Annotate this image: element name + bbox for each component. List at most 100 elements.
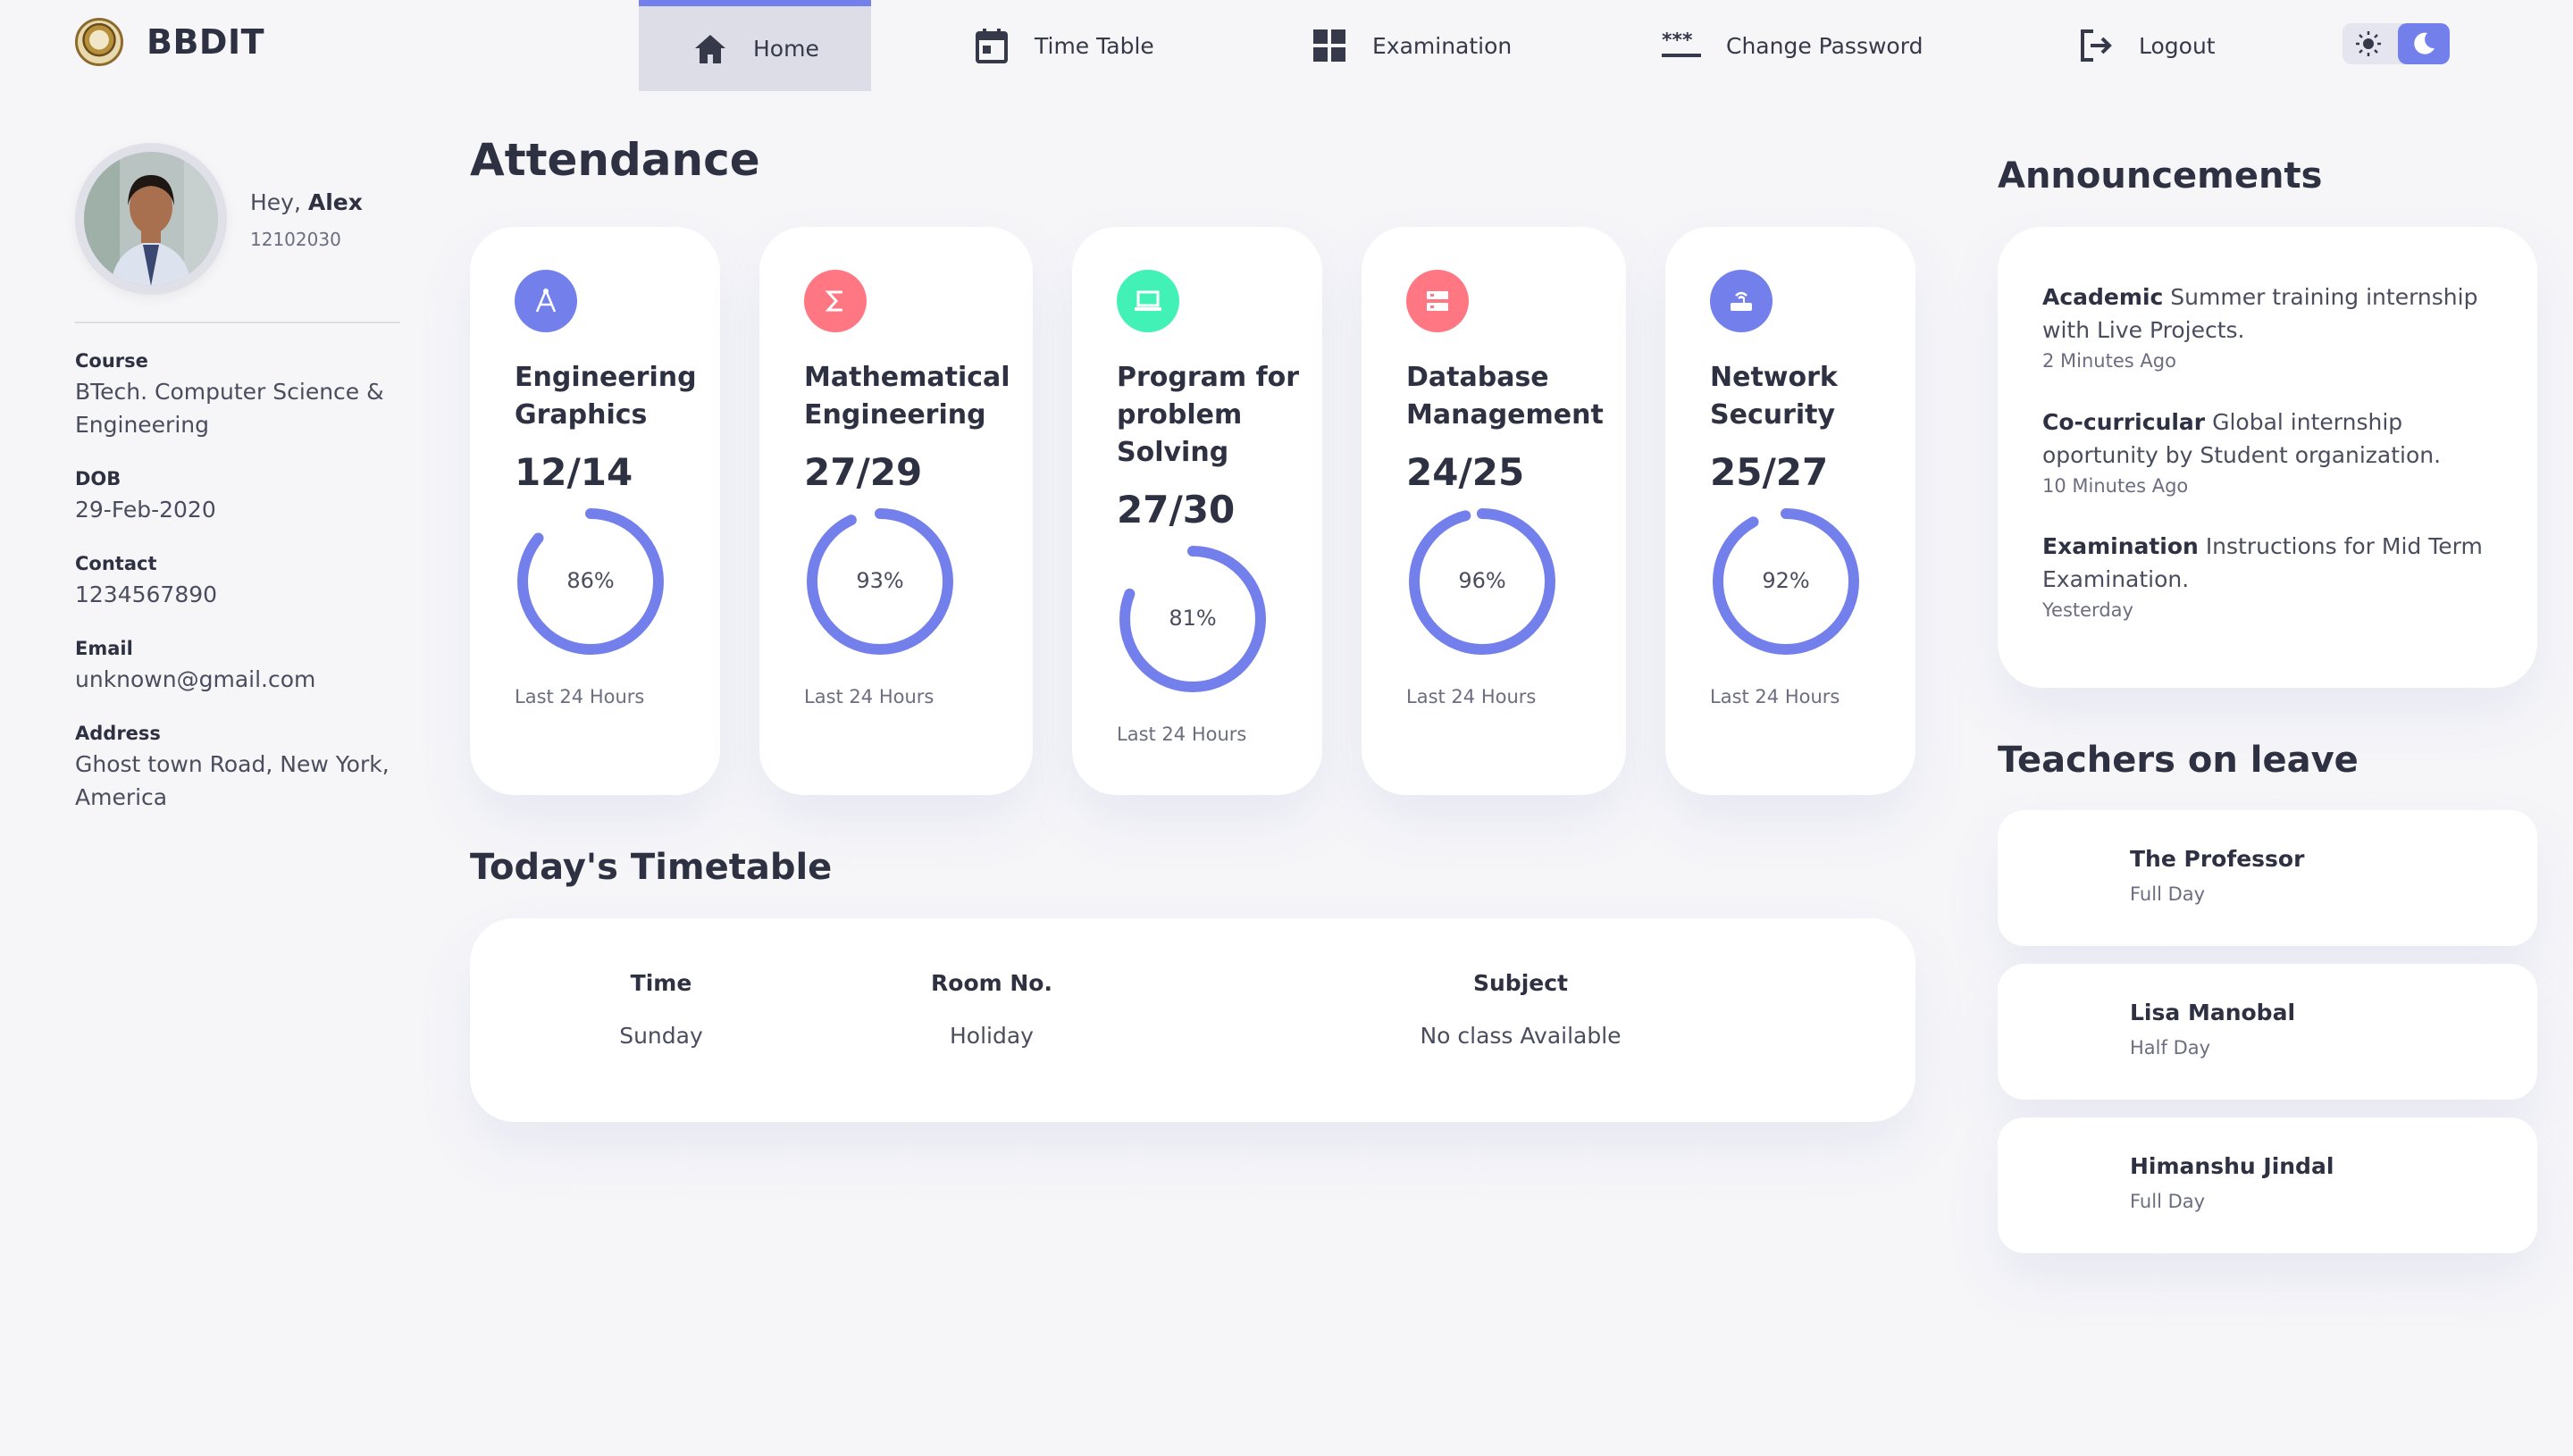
leave-card[interactable]: The Professor Full Day xyxy=(1998,810,2537,946)
teacher-name: The Professor xyxy=(2130,846,2305,872)
timetable-column: Subject No class Available xyxy=(1363,970,1678,1049)
attendance-card[interactable]: Database Management 24/25 96% Last 24 Ho… xyxy=(1362,227,1626,795)
nav-time-table-label: Time Table xyxy=(1035,32,1154,59)
grid-icon xyxy=(1312,28,1347,63)
nav-logout-label: Logout xyxy=(2139,32,2216,59)
logout-icon xyxy=(2078,28,2114,63)
attendance-footer: Last 24 Hours xyxy=(1710,686,1840,707)
attendance-percent: 81% xyxy=(1169,606,1217,631)
teachers-on-leave-title: Teachers on leave xyxy=(1998,740,2359,781)
top-navbar: BBDIT Home Time Table Examination *** Ch… xyxy=(0,0,2573,91)
info-contact: Contact 1234567890 xyxy=(75,553,400,611)
announcement-category: Co-curricular xyxy=(2042,409,2206,435)
announcement-category: Academic xyxy=(2042,284,2164,310)
greeting-text: Hey, xyxy=(250,189,301,215)
info-value: 1234567890 xyxy=(75,582,218,607)
announcement-category: Examination xyxy=(2042,533,2199,559)
avatar xyxy=(75,143,227,295)
timetable-column: Room No. Holiday xyxy=(902,970,1081,1049)
leave-card[interactable]: Lisa Manobal Half Day xyxy=(1998,964,2537,1100)
laptop-icon xyxy=(1117,270,1179,332)
attendance-footer: Last 24 Hours xyxy=(515,686,645,707)
info-label: Email xyxy=(75,638,133,659)
announcements-card: Academic Summer training internship with… xyxy=(1998,227,2537,688)
subject-name: Program for problem Solving xyxy=(1117,362,1300,468)
attendance-ratio: 25/27 xyxy=(1710,450,1829,494)
nav-time-table[interactable]: Time Table xyxy=(974,0,1154,91)
brand-logo[interactable]: BBDIT xyxy=(75,18,264,66)
attendance-card[interactable]: Engineering Graphics 12/14 86% Last 24 H… xyxy=(470,227,720,795)
info-label: Contact xyxy=(75,553,157,574)
nav-home[interactable]: Home xyxy=(639,0,871,91)
brand-name: BBDIT xyxy=(147,22,265,62)
router-icon xyxy=(1710,270,1773,332)
info-email: Email unknown@gmail.com xyxy=(75,638,400,696)
table-header: Room No. xyxy=(931,970,1052,996)
info-label: Address xyxy=(75,723,161,744)
nav-logout[interactable]: Logout xyxy=(2078,0,2216,91)
attendance-card[interactable]: Network Security 25/27 92% Last 24 Hours xyxy=(1665,227,1915,795)
nav-examination-label: Examination xyxy=(1372,32,1513,59)
attendance-ratio: 27/29 xyxy=(804,450,923,494)
leave-type: Half Day xyxy=(2130,1037,2211,1059)
table-header: Time xyxy=(630,970,692,996)
profile-divider xyxy=(75,322,400,323)
info-value: 29-Feb-2020 xyxy=(75,497,216,523)
announcement-text: Co-curricular Global internship oportuni… xyxy=(2042,406,2498,472)
attendance-ratio: 27/30 xyxy=(1117,488,1236,531)
attendance-card[interactable]: Program for problem Solving 27/30 81% La… xyxy=(1072,227,1322,795)
timetable-card: Time Sunday Room No. Holiday Subject No … xyxy=(470,918,1915,1122)
compass-icon xyxy=(515,270,577,332)
attendance-percent: 86% xyxy=(566,568,615,593)
profile-photo xyxy=(84,152,218,286)
attendance-ratio: 24/25 xyxy=(1406,450,1525,494)
college-emblem-icon xyxy=(75,18,123,66)
info-value: Ghost town Road, New York, America xyxy=(75,751,390,810)
nav-examination[interactable]: Examination xyxy=(1312,0,1512,91)
info-value: BTech. Computer Science & Engineering xyxy=(75,379,384,438)
leave-type: Full Day xyxy=(2130,883,2206,905)
profile-panel: Hey, Alex 12102030 Course BTech. Compute… xyxy=(75,143,400,814)
announcement-time: Yesterday xyxy=(2042,599,2133,621)
info-label: Course xyxy=(75,350,148,372)
attendance-footer: Last 24 Hours xyxy=(1406,686,1537,707)
attendance-percent: 96% xyxy=(1458,568,1506,593)
moon-icon[interactable] xyxy=(2398,23,2450,64)
sun-icon[interactable] xyxy=(2343,23,2394,64)
attendance-ratio: 12/14 xyxy=(515,450,633,494)
table-cell: Holiday xyxy=(950,1023,1034,1049)
announcement-time: 2 Minutes Ago xyxy=(2042,350,2176,372)
attendance-card[interactable]: Mathematical Engineering 27/29 93% Last … xyxy=(759,227,1033,795)
announcement-item[interactable]: Co-curricular Global internship oportuni… xyxy=(2042,406,2498,497)
attendance-percent: 92% xyxy=(1762,568,1810,593)
home-icon xyxy=(692,31,728,67)
timetable-title: Today's Timetable xyxy=(470,847,833,888)
info-value: unknown@gmail.com xyxy=(75,666,316,692)
announcement-time: 10 Minutes Ago xyxy=(2042,475,2189,497)
leave-card[interactable]: Himanshu Jindal Full Day xyxy=(1998,1117,2537,1253)
timetable-column: Time Sunday xyxy=(572,970,750,1049)
student-name: Alex xyxy=(307,189,363,215)
subject-name: Engineering Graphics xyxy=(515,362,697,431)
database-icon xyxy=(1406,270,1469,332)
leave-type: Full Day xyxy=(2130,1191,2206,1212)
subject-name: Mathematical Engineering xyxy=(804,362,1010,431)
greeting: Hey, Alex xyxy=(250,189,363,215)
announcement-item[interactable]: Academic Summer training internship with… xyxy=(2042,280,2498,372)
attendance-footer: Last 24 Hours xyxy=(1117,724,1247,745)
attendance-title: Attendance xyxy=(470,134,760,186)
nav-change-password[interactable]: *** Change Password xyxy=(1662,0,1923,91)
announcement-item[interactable]: Examination Instructions for Mid Term Ex… xyxy=(2042,530,2498,621)
attendance-percent: 93% xyxy=(856,568,904,593)
attendance-footer: Last 24 Hours xyxy=(804,686,934,707)
teacher-name: Lisa Manobal xyxy=(2130,1000,2296,1025)
info-address: Address Ghost town Road, New York, Ameri… xyxy=(75,723,400,814)
sigma-icon xyxy=(804,270,867,332)
table-header: Subject xyxy=(1473,970,1568,996)
info-course: Course BTech. Computer Science & Enginee… xyxy=(75,350,400,441)
info-dob: DOB 29-Feb-2020 xyxy=(75,468,400,526)
theme-toggle[interactable] xyxy=(2343,23,2450,64)
announcement-text: Academic Summer training internship with… xyxy=(2042,280,2498,347)
calendar-icon xyxy=(974,28,1010,63)
teacher-name: Himanshu Jindal xyxy=(2130,1153,2334,1179)
